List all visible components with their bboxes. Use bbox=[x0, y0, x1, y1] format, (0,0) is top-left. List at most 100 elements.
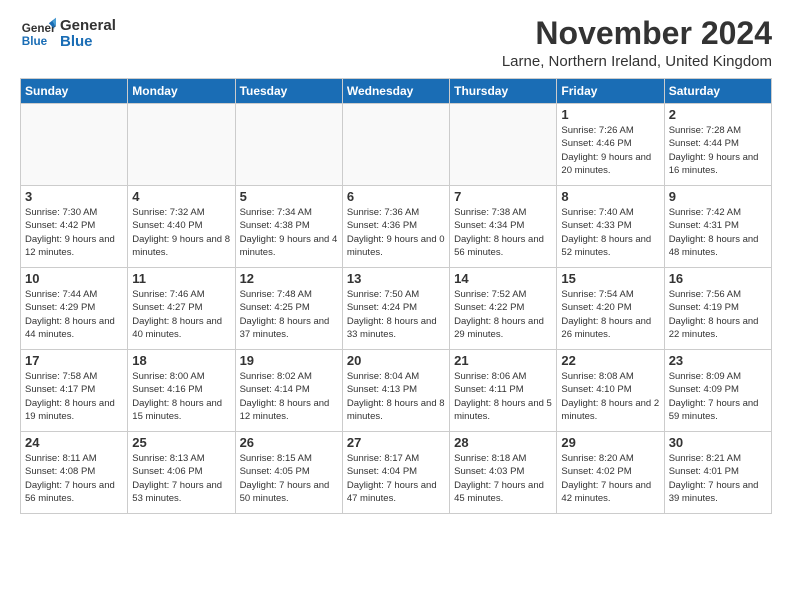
calendar-cell: 24 Sunrise: 8:11 AM Sunset: 4:08 PM Dayli… bbox=[21, 432, 128, 514]
calendar-cell bbox=[21, 104, 128, 186]
day-number: 2 bbox=[669, 107, 767, 122]
calendar-week-5: 24 Sunrise: 8:11 AM Sunset: 4:08 PM Dayli… bbox=[21, 432, 772, 514]
calendar-cell: 8Sunrise: 7:40 AM Sunset: 4:33 PM Daylig… bbox=[557, 186, 664, 268]
day-number: 3 bbox=[25, 189, 123, 204]
calendar-cell: 16 Sunrise: 7:56 AM Sunset: 4:19 PM Dayli… bbox=[664, 268, 771, 350]
location: Larne, Northern Ireland, United Kingdom bbox=[502, 53, 772, 70]
page: General Blue General Blue November 2024 … bbox=[0, 0, 792, 524]
day-number: 15 bbox=[561, 271, 659, 286]
day-info: Sunrise: 8:04 AM Sunset: 4:13 PM Dayligh… bbox=[347, 370, 445, 423]
header-sunday: Sunday bbox=[21, 79, 128, 104]
calendar-cell bbox=[450, 104, 557, 186]
calendar-cell: 2 Sunrise: 7:28 AM Sunset: 4:44 PM Daylig… bbox=[664, 104, 771, 186]
calendar-week-4: 17Sunrise: 7:58 AM Sunset: 4:17 PM Dayli… bbox=[21, 350, 772, 432]
month-title: November 2024 bbox=[502, 16, 772, 51]
calendar-cell: 5Sunrise: 7:34 AM Sunset: 4:38 PM Daylig… bbox=[235, 186, 342, 268]
calendar-cell: 25 Sunrise: 8:13 AM Sunset: 4:06 PM Dayli… bbox=[128, 432, 235, 514]
logo-text-general: General bbox=[60, 18, 116, 35]
day-info: Sunrise: 7:52 AM Sunset: 4:22 PM Dayligh… bbox=[454, 288, 552, 341]
title-area: November 2024 Larne, Northern Ireland, U… bbox=[502, 16, 772, 70]
day-number: 1 bbox=[561, 107, 659, 122]
calendar-cell: 11Sunrise: 7:46 AM Sunset: 4:27 PM Dayli… bbox=[128, 268, 235, 350]
calendar-cell: 30 Sunrise: 8:21 AM Sunset: 4:01 PM Dayli… bbox=[664, 432, 771, 514]
day-number: 13 bbox=[347, 271, 445, 286]
day-number: 18 bbox=[132, 353, 230, 368]
day-info: Sunrise: 8:15 AM Sunset: 4:05 PM Dayligh… bbox=[240, 452, 338, 505]
calendar-cell: 15 Sunrise: 7:54 AM Sunset: 4:20 PM Dayli… bbox=[557, 268, 664, 350]
day-info: Sunrise: 7:42 AM Sunset: 4:31 PM Dayligh… bbox=[669, 206, 767, 259]
day-info: Sunrise: 7:26 AM Sunset: 4:46 PM Dayligh… bbox=[561, 124, 659, 177]
header-tuesday: Tuesday bbox=[235, 79, 342, 104]
svg-text:Blue: Blue bbox=[22, 35, 48, 48]
day-info: Sunrise: 8:08 AM Sunset: 4:10 PM Dayligh… bbox=[561, 370, 659, 423]
header-thursday: Thursday bbox=[450, 79, 557, 104]
day-info: Sunrise: 7:36 AM Sunset: 4:36 PM Dayligh… bbox=[347, 206, 445, 259]
calendar-week-1: 1 Sunrise: 7:26 AM Sunset: 4:46 PM Daylig… bbox=[21, 104, 772, 186]
calendar-cell: 13 Sunrise: 7:50 AM Sunset: 4:24 PM Dayli… bbox=[342, 268, 449, 350]
calendar-week-2: 3 Sunrise: 7:30 AM Sunset: 4:42 PM Daylig… bbox=[21, 186, 772, 268]
calendar-cell: 21 Sunrise: 8:06 AM Sunset: 4:11 PM Dayli… bbox=[450, 350, 557, 432]
day-info: Sunrise: 8:13 AM Sunset: 4:06 PM Dayligh… bbox=[132, 452, 230, 505]
day-info: Sunrise: 7:38 AM Sunset: 4:34 PM Dayligh… bbox=[454, 206, 552, 259]
calendar-cell: 29Sunrise: 8:20 AM Sunset: 4:02 PM Dayli… bbox=[557, 432, 664, 514]
calendar-cell: 1 Sunrise: 7:26 AM Sunset: 4:46 PM Daylig… bbox=[557, 104, 664, 186]
day-info: Sunrise: 8:11 AM Sunset: 4:08 PM Dayligh… bbox=[25, 452, 123, 505]
calendar-cell: 22Sunrise: 8:08 AM Sunset: 4:10 PM Dayli… bbox=[557, 350, 664, 432]
calendar-cell: 6 Sunrise: 7:36 AM Sunset: 4:36 PM Daylig… bbox=[342, 186, 449, 268]
header-monday: Monday bbox=[128, 79, 235, 104]
day-number: 10 bbox=[25, 271, 123, 286]
logo-icon: General Blue bbox=[20, 16, 56, 52]
day-number: 27 bbox=[347, 435, 445, 450]
day-number: 23 bbox=[669, 353, 767, 368]
logo-text-blue: Blue bbox=[60, 34, 116, 51]
calendar-cell: 12 Sunrise: 7:48 AM Sunset: 4:25 PM Dayli… bbox=[235, 268, 342, 350]
day-number: 24 bbox=[25, 435, 123, 450]
day-number: 25 bbox=[132, 435, 230, 450]
day-info: Sunrise: 8:17 AM Sunset: 4:04 PM Dayligh… bbox=[347, 452, 445, 505]
calendar-cell: 10 Sunrise: 7:44 AM Sunset: 4:29 PM Dayli… bbox=[21, 268, 128, 350]
header-saturday: Saturday bbox=[664, 79, 771, 104]
day-info: Sunrise: 8:18 AM Sunset: 4:03 PM Dayligh… bbox=[454, 452, 552, 505]
day-info: Sunrise: 7:56 AM Sunset: 4:19 PM Dayligh… bbox=[669, 288, 767, 341]
calendar-cell: 18Sunrise: 8:00 AM Sunset: 4:16 PM Dayli… bbox=[128, 350, 235, 432]
day-number: 14 bbox=[454, 271, 552, 286]
day-info: Sunrise: 7:54 AM Sunset: 4:20 PM Dayligh… bbox=[561, 288, 659, 341]
calendar-cell: 26Sunrise: 8:15 AM Sunset: 4:05 PM Dayli… bbox=[235, 432, 342, 514]
day-number: 19 bbox=[240, 353, 338, 368]
header-wednesday: Wednesday bbox=[342, 79, 449, 104]
calendar-cell: 14 Sunrise: 7:52 AM Sunset: 4:22 PM Dayli… bbox=[450, 268, 557, 350]
header: General Blue General Blue November 2024 … bbox=[20, 16, 772, 70]
day-info: Sunrise: 7:30 AM Sunset: 4:42 PM Dayligh… bbox=[25, 206, 123, 259]
calendar-cell bbox=[235, 104, 342, 186]
calendar-cell: 20 Sunrise: 8:04 AM Sunset: 4:13 PM Dayli… bbox=[342, 350, 449, 432]
day-info: Sunrise: 8:06 AM Sunset: 4:11 PM Dayligh… bbox=[454, 370, 552, 423]
day-info: Sunrise: 7:32 AM Sunset: 4:40 PM Dayligh… bbox=[132, 206, 230, 259]
day-number: 6 bbox=[347, 189, 445, 204]
day-number: 16 bbox=[669, 271, 767, 286]
day-info: Sunrise: 7:46 AM Sunset: 4:27 PM Dayligh… bbox=[132, 288, 230, 341]
day-info: Sunrise: 8:21 AM Sunset: 4:01 PM Dayligh… bbox=[669, 452, 767, 505]
day-info: Sunrise: 7:50 AM Sunset: 4:24 PM Dayligh… bbox=[347, 288, 445, 341]
calendar-cell: 27 Sunrise: 8:17 AM Sunset: 4:04 PM Dayli… bbox=[342, 432, 449, 514]
day-number: 7 bbox=[454, 189, 552, 204]
day-number: 12 bbox=[240, 271, 338, 286]
calendar-cell bbox=[342, 104, 449, 186]
day-number: 29 bbox=[561, 435, 659, 450]
day-number: 9 bbox=[669, 189, 767, 204]
logo: General Blue General Blue bbox=[20, 16, 116, 52]
calendar-cell: 19Sunrise: 8:02 AM Sunset: 4:14 PM Dayli… bbox=[235, 350, 342, 432]
calendar-cell: 23Sunrise: 8:09 AM Sunset: 4:09 PM Dayli… bbox=[664, 350, 771, 432]
calendar-cell: 4 Sunrise: 7:32 AM Sunset: 4:40 PM Daylig… bbox=[128, 186, 235, 268]
day-number: 30 bbox=[669, 435, 767, 450]
day-number: 4 bbox=[132, 189, 230, 204]
day-info: Sunrise: 7:48 AM Sunset: 4:25 PM Dayligh… bbox=[240, 288, 338, 341]
day-number: 20 bbox=[347, 353, 445, 368]
calendar-week-3: 10 Sunrise: 7:44 AM Sunset: 4:29 PM Dayli… bbox=[21, 268, 772, 350]
day-number: 21 bbox=[454, 353, 552, 368]
calendar-cell: 7 Sunrise: 7:38 AM Sunset: 4:34 PM Daylig… bbox=[450, 186, 557, 268]
calendar-cell bbox=[128, 104, 235, 186]
calendar-cell: 17Sunrise: 7:58 AM Sunset: 4:17 PM Dayli… bbox=[21, 350, 128, 432]
day-info: Sunrise: 7:44 AM Sunset: 4:29 PM Dayligh… bbox=[25, 288, 123, 341]
day-info: Sunrise: 7:28 AM Sunset: 4:44 PM Dayligh… bbox=[669, 124, 767, 177]
calendar-cell: 9 Sunrise: 7:42 AM Sunset: 4:31 PM Daylig… bbox=[664, 186, 771, 268]
